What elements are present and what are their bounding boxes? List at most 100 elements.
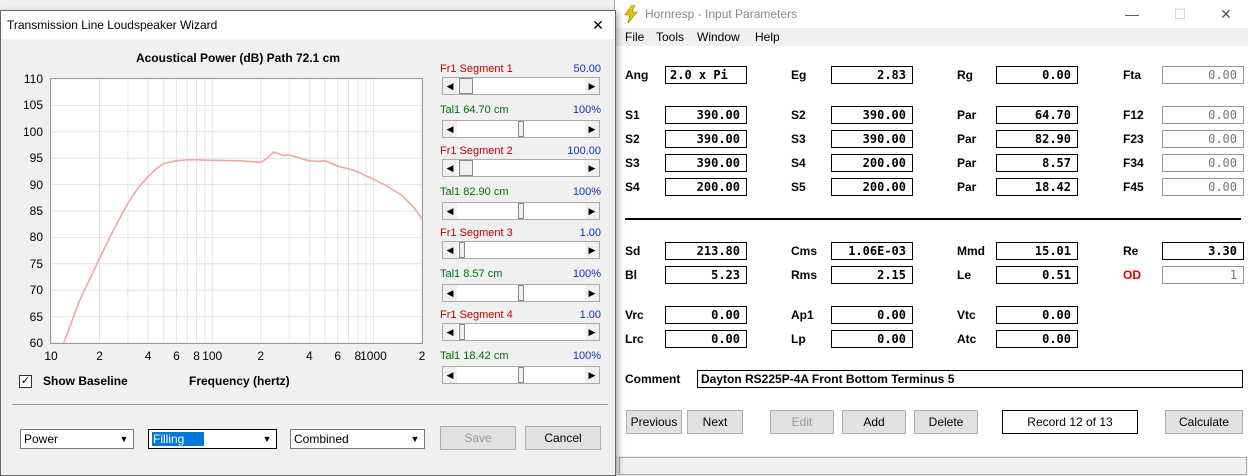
field-s3-left[interactable]: 390.00 — [665, 154, 747, 172]
label-s4: S4 — [791, 156, 806, 170]
chevron-down-icon[interactable]: ▼ — [407, 431, 423, 447]
edit-button[interactable]: Edit — [770, 410, 834, 434]
scroll-right-icon[interactable]: ▶ — [585, 121, 599, 137]
x-tick-label: 4 — [144, 349, 152, 363]
menu-tools[interactable]: Tools — [656, 30, 684, 44]
scroll-left-icon[interactable]: ◀ — [443, 367, 457, 383]
delete-label: Delete — [928, 415, 964, 429]
field-f34[interactable]: 0.00 — [1162, 154, 1244, 172]
field-par-2[interactable]: 82.90 — [996, 130, 1078, 148]
field-ang[interactable]: 2.0 x Pi — [665, 66, 747, 84]
scroll-left-icon[interactable]: ◀ — [443, 285, 457, 301]
seg3-fr-value: 1.00 — [579, 227, 601, 239]
field-atc[interactable]: 0.00 — [996, 330, 1078, 348]
field-fta[interactable]: 0.00 — [1162, 66, 1244, 84]
field-s4-left[interactable]: 200.00 — [665, 178, 747, 196]
field-rg[interactable]: 0.00 — [996, 66, 1078, 84]
maximize-icon[interactable]: ☐ — [1165, 3, 1195, 25]
minimize-icon[interactable]: — — [1117, 3, 1147, 25]
field-vtc[interactable]: 0.00 — [996, 306, 1078, 324]
menu-file[interactable]: File — [625, 30, 644, 44]
scroll-right-icon[interactable]: ▶ — [585, 78, 599, 94]
field-lp[interactable]: 0.00 — [831, 330, 913, 348]
seg2-tal-scrollbar[interactable]: ◀ ▶ — [442, 202, 600, 220]
scroll-right-icon[interactable]: ▶ — [585, 324, 599, 340]
save-button[interactable]: Save — [440, 426, 516, 450]
comment-field[interactable]: Dayton RS225P-4A Front Bottom Terminus 5 — [697, 370, 1243, 388]
field-eg[interactable]: 2.83 — [831, 66, 913, 84]
chart-title: Acoustical Power (dB) Path 72.1 cm — [135, 51, 341, 65]
field-sd[interactable]: 213.80 — [665, 242, 747, 260]
previous-button[interactable]: Previous — [626, 410, 682, 434]
field-cms[interactable]: 1.06E-03 — [831, 242, 913, 260]
field-f45[interactable]: 0.00 — [1162, 178, 1244, 196]
filling-select[interactable]: Filling ▼ — [148, 429, 277, 449]
scroll-right-icon[interactable]: ▶ — [585, 160, 599, 176]
scroll-right-icon[interactable]: ▶ — [585, 285, 599, 301]
label-bl: Bl — [625, 268, 637, 282]
close-icon[interactable]: ✕ — [1211, 3, 1241, 25]
seg3-fr-scrollbar[interactable]: ◀ ▶ — [442, 241, 600, 259]
field-par-4[interactable]: 18.42 — [996, 178, 1078, 196]
field-s2[interactable]: 390.00 — [831, 106, 913, 124]
field-s3[interactable]: 390.00 — [831, 130, 913, 148]
seg4-tal-scrollbar[interactable]: ◀ ▶ — [442, 366, 600, 384]
field-re[interactable]: 3.30 — [1162, 242, 1244, 260]
field-od[interactable]: 1 — [1162, 266, 1244, 284]
seg4-fr-scrollbar[interactable]: ◀ ▶ — [442, 323, 600, 341]
field-mmd[interactable]: 15.01 — [996, 242, 1078, 260]
field-le[interactable]: 0.51 — [996, 266, 1078, 284]
scroll-right-icon[interactable]: ▶ — [585, 242, 599, 258]
chevron-down-icon[interactable]: ▼ — [116, 431, 132, 447]
scroll-thumb[interactable] — [459, 78, 473, 94]
scroll-thumb[interactable] — [518, 285, 524, 301]
wizard-close-icon[interactable]: ✕ — [583, 14, 613, 36]
seg2-fr-label: Fr1 Segment 2 — [440, 145, 513, 157]
add-button[interactable]: Add — [842, 410, 906, 434]
scroll-thumb[interactable] — [518, 203, 524, 219]
show-baseline-checkbox[interactable]: ✓ — [19, 375, 32, 388]
scroll-left-icon[interactable]: ◀ — [443, 242, 457, 258]
seg3-tal-scrollbar[interactable]: ◀ ▶ — [442, 284, 600, 302]
scroll-thumb[interactable] — [518, 121, 524, 137]
field-s4[interactable]: 200.00 — [831, 154, 913, 172]
seg1-tal-scrollbar[interactable]: ◀ ▶ — [442, 120, 600, 138]
menu-window[interactable]: Window — [697, 30, 740, 44]
label-ap1: Ap1 — [791, 308, 814, 322]
scroll-left-icon[interactable]: ◀ — [443, 324, 457, 340]
power-select[interactable]: Power ▼ — [20, 429, 134, 449]
menu-help[interactable]: Help — [755, 30, 780, 44]
field-bl[interactable]: 5.23 — [665, 266, 747, 284]
next-button[interactable]: Next — [687, 410, 743, 434]
field-ap1[interactable]: 0.00 — [831, 306, 913, 324]
field-f23[interactable]: 0.00 — [1162, 130, 1244, 148]
combined-select[interactable]: Combined ▼ — [290, 429, 425, 449]
seg1-fr-scrollbar[interactable]: ◀ ▶ — [442, 77, 600, 95]
field-s1[interactable]: 390.00 — [665, 106, 747, 124]
seg2-fr-scrollbar[interactable]: ◀ ▶ — [442, 159, 600, 177]
scroll-thumb[interactable] — [518, 367, 524, 383]
y-tick-label: 75 — [29, 256, 43, 271]
scroll-right-icon[interactable]: ▶ — [585, 367, 599, 383]
chevron-down-icon[interactable]: ▼ — [259, 431, 275, 447]
field-par-3[interactable]: 8.57 — [996, 154, 1078, 172]
cancel-button[interactable]: Cancel — [525, 426, 601, 450]
scroll-left-icon[interactable]: ◀ — [443, 78, 457, 94]
seg1-tal-label: Tal1 64.70 cm — [440, 104, 509, 116]
calculate-button[interactable]: Calculate — [1165, 410, 1243, 434]
scroll-left-icon[interactable]: ◀ — [443, 203, 457, 219]
delete-button[interactable]: Delete — [914, 410, 978, 434]
scroll-thumb[interactable] — [459, 242, 465, 258]
field-s5[interactable]: 200.00 — [831, 178, 913, 196]
field-rms[interactable]: 2.15 — [831, 266, 913, 284]
field-lrc[interactable]: 0.00 — [665, 330, 747, 348]
field-f12[interactable]: 0.00 — [1162, 106, 1244, 124]
field-par-1[interactable]: 64.70 — [996, 106, 1078, 124]
field-s2-left[interactable]: 390.00 — [665, 130, 747, 148]
scroll-left-icon[interactable]: ◀ — [443, 160, 457, 176]
scroll-thumb[interactable] — [459, 324, 465, 340]
scroll-right-icon[interactable]: ▶ — [585, 203, 599, 219]
scroll-thumb[interactable] — [459, 160, 473, 176]
field-vrc[interactable]: 0.00 — [665, 306, 747, 324]
scroll-left-icon[interactable]: ◀ — [443, 121, 457, 137]
